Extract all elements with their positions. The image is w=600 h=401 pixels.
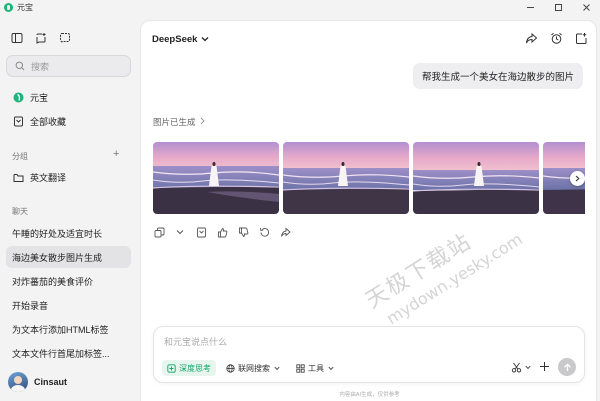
search-icon <box>15 61 25 71</box>
chat-panel: DeepSeek 帮我生成一个美女在海边散步的图片 图片已生成 和元宝说点什么 … <box>140 20 597 401</box>
deep-think-toggle[interactable]: 深度思考 <box>162 360 216 376</box>
generated-image[interactable] <box>153 142 279 214</box>
web-search-label: 联网搜索 <box>238 363 270 373</box>
minimize-button[interactable] <box>516 0 544 14</box>
alarm-clock-icon[interactable] <box>549 31 563 45</box>
app-logo-icon <box>4 2 13 12</box>
sidebar-toolbar <box>10 31 72 45</box>
bookmark-icon <box>12 115 24 127</box>
copy-icon[interactable] <box>153 226 165 238</box>
deep-think-label: 深度思考 <box>179 363 211 373</box>
chat-list-icon[interactable] <box>58 31 72 45</box>
sidebar-item-label: 元宝 <box>30 92 49 103</box>
chat-item[interactable]: 午睡的好处及适宜时长 <box>6 222 131 244</box>
chat-item-label: 午睡的好处及适宜时长 <box>12 228 103 239</box>
generated-image[interactable] <box>283 142 409 214</box>
thumbs-up-icon[interactable] <box>216 226 228 238</box>
yuanbao-logo-icon <box>12 91 24 103</box>
app-title: 元宝 <box>17 2 33 12</box>
chat-item-label: 对炸蕃茄的美食评价 <box>12 276 94 287</box>
sidebar-item-label: 全部收藏 <box>30 116 67 127</box>
message-actions <box>153 226 291 238</box>
regenerate-icon[interactable] <box>258 226 270 238</box>
groups-section-title: 分组 <box>12 152 28 161</box>
disclaimer-note: 内容由AI生成，仅供参考 <box>339 392 400 398</box>
chevron-down-icon <box>201 34 209 45</box>
new-window-icon[interactable] <box>574 31 588 45</box>
tools-label: 工具 <box>308 363 324 373</box>
user-profile[interactable]: Cinsaut <box>8 372 67 392</box>
chat-item[interactable]: 对炸蕃茄的美食评价 <box>6 270 131 292</box>
chevron-down-icon <box>328 366 334 370</box>
composer-actions <box>511 358 576 376</box>
user-name: Cinsaut <box>34 377 68 387</box>
gallery-next-button[interactable] <box>570 171 585 186</box>
avatar <box>8 372 28 392</box>
user-message-bubble: 帮我生成一个美女在海边散步的图片 <box>412 63 583 89</box>
chat-item[interactable]: 开始录音 <box>6 294 131 316</box>
model-selector[interactable]: DeepSeek <box>152 34 209 45</box>
chat-item-label: 海边美女散步图片生成 <box>12 252 103 263</box>
search-input[interactable]: 搜索 <box>6 55 131 77</box>
message-composer: 和元宝说点什么 深度思考 联网搜索 工具 <box>153 326 585 383</box>
title-bar: 元宝 <box>0 0 600 14</box>
sidebar: 搜索 元宝 全部收藏 分组 + 英文翻译 聊天 午睡的好处及适宜时长 海边美女散… <box>0 14 140 401</box>
close-button[interactable] <box>572 0 600 14</box>
chat-item-label: 为文本行添加HTML标签 <box>12 324 109 335</box>
send-button[interactable] <box>558 358 576 376</box>
arrow-up-icon <box>563 362 571 371</box>
thumbs-down-icon[interactable] <box>237 226 249 238</box>
sidebar-item-label: 英文翻译 <box>30 172 67 183</box>
chevron-down-icon[interactable] <box>174 226 186 238</box>
maximize-button[interactable] <box>544 0 572 14</box>
model-name: DeepSeek <box>152 34 198 45</box>
toggle-sidebar-icon[interactable] <box>10 31 24 45</box>
images-generated-label[interactable]: 图片已生成 <box>153 116 205 128</box>
gen-label-text: 图片已生成 <box>153 117 196 127</box>
image-gallery <box>153 142 585 214</box>
chevron-down-icon <box>525 365 531 369</box>
atom-icon <box>167 363 176 373</box>
sidebar-item-group[interactable]: 英文翻译 <box>6 166 131 188</box>
chevron-right-icon <box>200 117 205 127</box>
folder-icon <box>12 171 24 183</box>
scissors-icon[interactable] <box>511 362 531 373</box>
chat-item-label: 文本文件行首尾加标签... <box>12 348 110 359</box>
tools-menu[interactable]: 工具 <box>296 360 334 376</box>
user-message-text: 帮我生成一个美女在海边散步的图片 <box>421 72 574 83</box>
chevron-right-icon <box>575 175 580 182</box>
chat-item[interactable]: 文本文件行首尾加标签... <box>6 342 131 364</box>
share-icon[interactable] <box>524 31 538 45</box>
chats-section-title: 聊天 <box>12 207 28 216</box>
grid-tools-icon <box>296 363 305 373</box>
chat-item[interactable]: 为文本行添加HTML标签 <box>6 318 131 340</box>
attach-plus-button[interactable] <box>539 361 550 374</box>
share-icon[interactable] <box>279 226 291 238</box>
header-actions <box>524 31 588 45</box>
sidebar-item-yuanbao[interactable]: 元宝 <box>6 86 131 108</box>
sidebar-item-favorites[interactable]: 全部收藏 <box>6 110 131 132</box>
chat-item-active[interactable]: 海边美女散步图片生成 <box>6 246 131 268</box>
chevron-down-icon <box>274 366 280 370</box>
window-controls <box>516 0 600 14</box>
web-search-toggle[interactable]: 联网搜索 <box>226 360 280 376</box>
chat-item-label: 开始录音 <box>12 300 49 311</box>
search-placeholder: 搜索 <box>31 61 50 72</box>
save-to-favorites-icon[interactable] <box>195 226 207 238</box>
new-chat-icon[interactable] <box>34 31 48 45</box>
add-group-button[interactable]: + <box>113 148 119 160</box>
globe-icon <box>226 363 235 373</box>
message-input[interactable]: 和元宝说点什么 <box>164 335 227 348</box>
generated-image[interactable] <box>413 142 539 214</box>
